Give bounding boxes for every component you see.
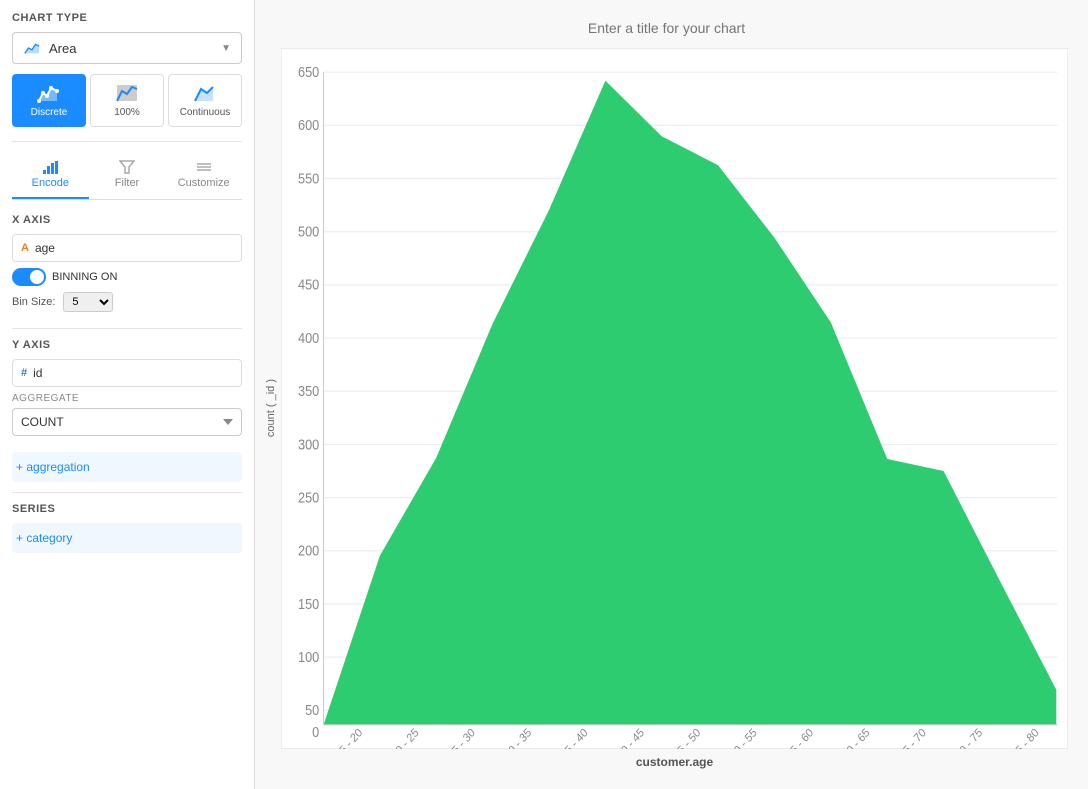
discrete-label: Discrete (31, 107, 68, 118)
encode-tabs: Encode Filter Customize (12, 152, 242, 200)
aggregate-label: AGGREGATE (12, 393, 242, 404)
y-field-type-badge: # (21, 367, 27, 379)
y-axis-field[interactable]: # id (12, 359, 242, 387)
add-aggregation-button[interactable]: + aggregation (12, 452, 242, 482)
svg-text:100: 100 (298, 649, 320, 665)
chart-type-section: Chart Type Area ▼ (12, 12, 242, 127)
x-axis-section: X Axis A age BINNING ON Bin Size: 5 10 1… (12, 214, 242, 312)
main-chart-svg: 650 600 550 500 450 400 350 300 250 200 … (281, 48, 1068, 749)
style-100pct-button[interactable]: 100% (90, 74, 164, 127)
aggregate-select[interactable]: COUNT SUM AVG MIN MAX (12, 408, 242, 436)
tab-customize-label: Customize (178, 177, 230, 189)
binning-toggle[interactable] (12, 268, 46, 286)
chart-title-input[interactable] (265, 20, 1068, 36)
chart-style-buttons: Discrete 100% Continuous (12, 74, 242, 127)
chart-type-value: Area (49, 41, 76, 56)
svg-text:0: 0 (312, 724, 319, 740)
tab-filter[interactable]: Filter (89, 152, 166, 199)
bin-size-select[interactable]: 5 10 15 (63, 292, 113, 312)
area-chart-icon (23, 39, 41, 57)
style-continuous-button[interactable]: Continuous (168, 74, 242, 127)
x-axis-chart-label: customer.age (281, 755, 1068, 769)
customize-icon (196, 160, 212, 174)
x-axis-field[interactable]: A age (12, 234, 242, 262)
chevron-down-icon: ▼ (221, 43, 231, 54)
add-series-button[interactable]: + category (12, 523, 242, 553)
svg-text:400: 400 (298, 330, 320, 346)
y-axis-chart-label: count ( _id ) (265, 379, 277, 437)
svg-text:600: 600 (298, 117, 320, 133)
series-section: Series + category (12, 503, 242, 553)
series-label: Series (12, 503, 242, 515)
svg-text:650: 650 (298, 64, 320, 80)
x-field-name: age (35, 241, 55, 255)
chart-type-dropdown[interactable]: Area ▼ (12, 32, 242, 64)
y-field-name: id (33, 366, 42, 380)
chart-type-label: Chart Type (12, 12, 242, 24)
filter-icon (119, 160, 135, 174)
tab-customize[interactable]: Customize (165, 152, 242, 199)
sidebar: Chart Type Area ▼ (0, 0, 255, 789)
chart-wrapper: count ( _id ) (265, 48, 1068, 769)
svg-text:500: 500 (298, 224, 320, 240)
100pct-icon (115, 83, 139, 103)
svg-text:350: 350 (298, 383, 320, 399)
svg-text:150: 150 (298, 596, 320, 612)
tab-encode-label: Encode (32, 177, 69, 189)
bin-size-label: Bin Size: (12, 296, 55, 308)
continuous-label: Continuous (180, 107, 231, 118)
continuous-icon (193, 83, 217, 103)
encode-icon (42, 160, 58, 174)
svg-text:550: 550 (298, 171, 320, 187)
binning-label: BINNING ON (52, 271, 117, 283)
svg-text:200: 200 (298, 543, 320, 559)
tab-encode[interactable]: Encode (12, 152, 89, 199)
style-discrete-button[interactable]: Discrete (12, 74, 86, 127)
y-axis-section: Y Axis # id AGGREGATE COUNT SUM AVG MIN … (12, 339, 242, 436)
svg-text:50: 50 (305, 702, 320, 718)
chart-svg-container: 650 600 550 500 450 400 350 300 250 200 … (281, 48, 1068, 749)
x-axis-label: X Axis (12, 214, 242, 226)
chart-area: count ( _id ) (255, 0, 1088, 789)
discrete-icon (37, 83, 61, 103)
y-axis-label: Y Axis (12, 339, 242, 351)
tab-filter-label: Filter (115, 177, 139, 189)
chart-inner: 650 600 550 500 450 400 350 300 250 200 … (281, 48, 1068, 769)
svg-text:300: 300 (298, 437, 320, 453)
100pct-label: 100% (114, 107, 140, 118)
bin-size-row: Bin Size: 5 10 15 (12, 292, 242, 312)
svg-text:450: 450 (298, 277, 320, 293)
x-field-type-badge: A (21, 242, 29, 254)
binning-row: BINNING ON (12, 268, 242, 286)
svg-text:250: 250 (298, 490, 320, 506)
